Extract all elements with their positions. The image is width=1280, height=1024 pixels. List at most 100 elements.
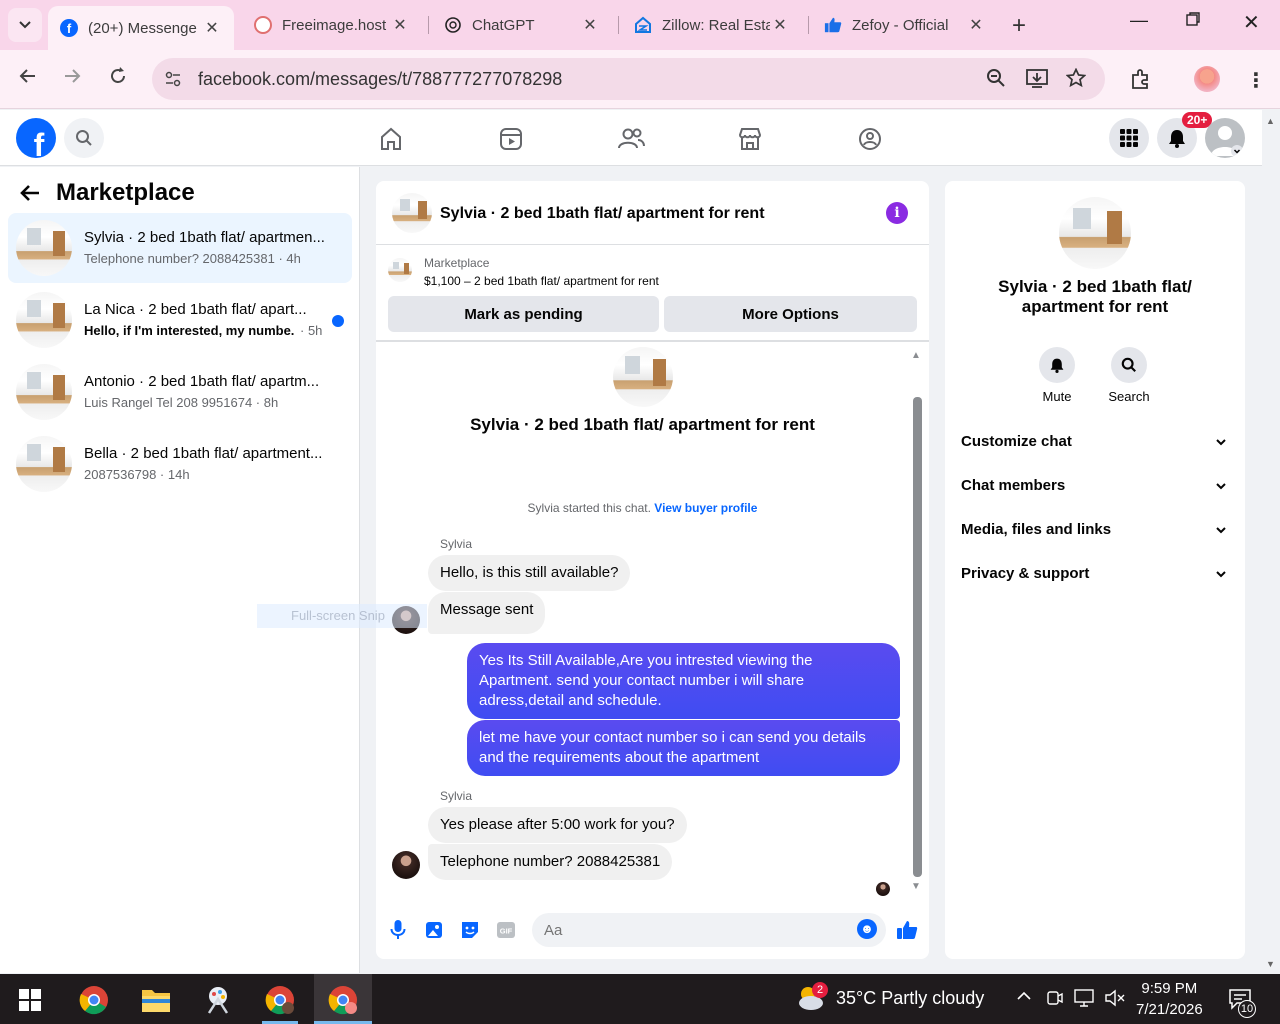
facebook-logo[interactable]: f [16, 118, 56, 158]
message-scrollbar-thumb[interactable] [913, 397, 922, 877]
url-text[interactable]: facebook.com/messages/t/788777277078298 [198, 69, 562, 90]
meet-camera-icon[interactable] [1046, 989, 1064, 1012]
forward-button[interactable] [62, 66, 82, 92]
details-avatar[interactable] [1059, 197, 1131, 269]
gaming-nav-button[interactable] [855, 124, 885, 154]
sender-avatar[interactable] [392, 851, 420, 879]
friends-nav-button[interactable] [616, 124, 646, 154]
close-window-button[interactable]: ✕ [1243, 10, 1260, 35]
message-bubble-incoming[interactable]: Telephone number? 2088425381 [428, 844, 673, 880]
browser-profile-avatar[interactable] [1194, 66, 1220, 92]
chevron-up-icon[interactable] [1016, 988, 1032, 1009]
video-nav-button[interactable] [496, 124, 526, 154]
chrome-profile-taskbar-icon[interactable] [262, 982, 298, 1018]
photo-icon[interactable] [423, 919, 445, 941]
windows-taskbar: 2 35°C Partly cloudy 9:59 PM 7/21/2026 1… [0, 974, 1280, 1024]
chevron-down-icon [1215, 435, 1227, 451]
back-arrow-button[interactable] [18, 181, 42, 212]
info-icon[interactable]: i [886, 202, 908, 224]
emoji-icon[interactable]: ☻ [857, 919, 877, 939]
close-tab-icon[interactable]: ✕ [390, 15, 410, 35]
search-label: Search [1108, 389, 1150, 404]
chat-avatar[interactable] [392, 193, 432, 233]
scroll-down-arrow[interactable]: ▼ [911, 881, 921, 892]
chrome-taskbar-icon[interactable] [76, 982, 112, 1018]
gif-icon[interactable]: GIF [495, 919, 517, 941]
privacy-support-section[interactable]: Privacy & support [961, 565, 1229, 605]
snip-overlay-text: Full-screen Snip [257, 604, 427, 628]
extensions-puzzle-icon[interactable] [1130, 68, 1152, 95]
like-thumbs-up-icon[interactable] [896, 919, 918, 941]
bell-icon [1169, 130, 1185, 148]
close-tab-icon[interactable]: ✕ [770, 15, 790, 35]
new-tab-button[interactable]: + [1012, 12, 1026, 40]
scroll-down-arrow[interactable]: ▼ [1266, 959, 1275, 969]
chevron-down-icon [1215, 523, 1227, 539]
close-tab-icon[interactable]: ✕ [202, 18, 222, 38]
marketplace-nav-button[interactable] [735, 124, 765, 154]
tab-zillow[interactable]: Zillow: Real Esta ✕ [622, 6, 802, 44]
close-tab-icon[interactable]: ✕ [966, 15, 986, 35]
message-bubble-outgoing[interactable]: let me have your contact number so i can… [467, 720, 900, 776]
media-files-links-section[interactable]: Media, files and links [961, 521, 1229, 561]
sticker-icon[interactable] [459, 919, 481, 941]
snipping-tool-icon[interactable] [200, 982, 236, 1018]
taskbar-clock[interactable]: 9:59 PM 7/21/2026 [1136, 978, 1203, 1020]
account-avatar[interactable] [1205, 118, 1245, 158]
mute-button[interactable]: Mute [1027, 347, 1087, 404]
home-icon [381, 127, 401, 150]
zoom-icon[interactable] [986, 68, 1006, 93]
site-info-icon[interactable] [164, 70, 182, 93]
conversation-item[interactable]: Sylvia · 2 bed 1bath flat/ apartmen... T… [8, 213, 352, 283]
message-bubble-incoming[interactable]: Hello, is this still available? [428, 555, 631, 591]
facebook-top-nav: f [0, 110, 1262, 166]
conversation-time: · 5h [300, 323, 323, 338]
file-explorer-icon[interactable] [138, 982, 174, 1018]
scroll-up-arrow[interactable]: ▲ [911, 350, 921, 361]
start-button[interactable] [12, 982, 48, 1018]
menu-grid-button[interactable] [1109, 118, 1149, 158]
facebook-search-button[interactable] [64, 118, 104, 158]
minimize-button[interactable]: — [1130, 10, 1148, 31]
chrome-active-taskbar-icon[interactable] [325, 982, 361, 1018]
listing-thumbnail[interactable] [388, 258, 412, 282]
tab-chatgpt[interactable]: ChatGPT ✕ [432, 6, 612, 44]
message-bubble-outgoing[interactable]: Yes Its Still Available,Are you intreste… [467, 643, 900, 719]
tab-messenger[interactable]: f (20+) Messenge ✕ [48, 6, 234, 50]
restore-button[interactable] [1186, 10, 1200, 31]
weather-text[interactable]: 35°C Partly cloudy [836, 988, 984, 1009]
install-app-icon[interactable] [1026, 68, 1048, 93]
speaker-muted-icon[interactable] [1104, 989, 1126, 1012]
search-in-chat-button[interactable]: Search [1099, 347, 1159, 404]
network-icon[interactable] [1074, 989, 1096, 1012]
chat-title[interactable]: Sylvia · 2 bed 1bath flat/ apartment for… [440, 205, 765, 223]
browser-menu-icon[interactable]: ⋮ [1246, 68, 1266, 93]
view-buyer-profile-link[interactable]: View buyer profile [654, 501, 757, 515]
reload-button[interactable] [108, 66, 128, 92]
message-bubble-incoming[interactable]: Message sent [428, 592, 546, 634]
tab-zefoy[interactable]: Zefoy - Official ✕ [812, 6, 998, 44]
tab-search-button[interactable] [8, 8, 42, 42]
conversation-item[interactable]: Antonio · 2 bed 1bath flat/ apartm... Lu… [8, 357, 352, 427]
tab-freeimage[interactable]: Freeimage.host ✕ [242, 6, 422, 44]
microphone-icon[interactable] [387, 919, 409, 941]
chat-members-section[interactable]: Chat members [961, 477, 1229, 517]
listing-price-title[interactable]: $1,100 – 2 bed 1bath flat/ apartment for… [424, 274, 659, 288]
page-scrollbar[interactable]: ▲ ▼ [1262, 110, 1280, 973]
customize-chat-section[interactable]: Customize chat [961, 433, 1229, 473]
conversation-item[interactable]: Bella · 2 bed 1bath flat/ apartment... 2… [8, 429, 352, 499]
conversation-item[interactable]: La Nica · 2 bed 1bath flat/ apart... Hel… [8, 285, 352, 355]
tab-separator [618, 16, 619, 34]
bookmark-star-icon[interactable] [1065, 67, 1087, 93]
more-options-button[interactable]: More Options [664, 296, 917, 332]
search-icon [1121, 357, 1136, 372]
message-bubble-incoming[interactable]: Yes please after 5:00 work for you? [428, 807, 687, 843]
mark-pending-button[interactable]: Mark as pending [388, 296, 659, 332]
message-input[interactable] [532, 913, 886, 947]
omnibox[interactable]: facebook.com/messages/t/788777277078298 [152, 58, 1105, 100]
home-nav-button[interactable] [376, 124, 406, 154]
close-tab-icon[interactable]: ✕ [580, 15, 600, 35]
back-button[interactable] [18, 66, 38, 92]
notification-center-button[interactable]: 10 [1228, 988, 1256, 1018]
scroll-up-arrow[interactable]: ▲ [1266, 116, 1275, 126]
